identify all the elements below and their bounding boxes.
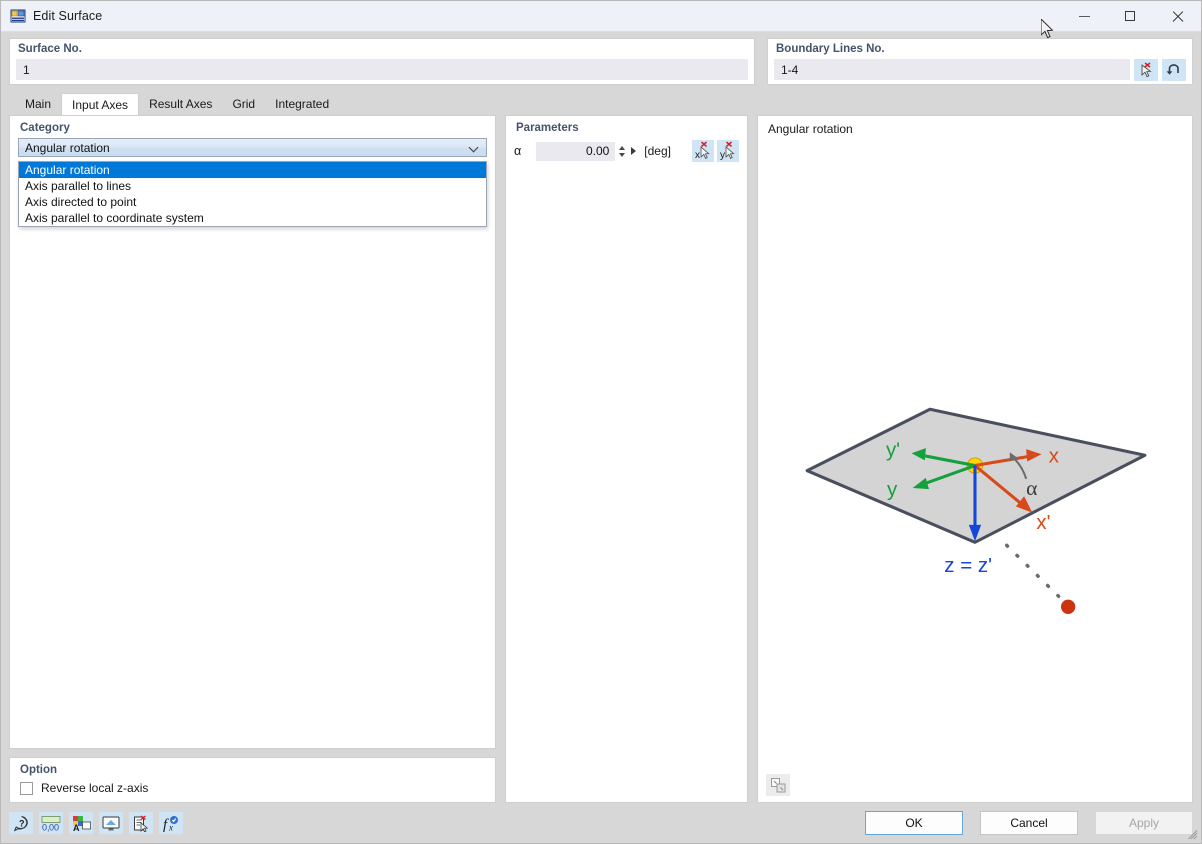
tab-integrated[interactable]: Integrated <box>265 93 339 115</box>
svg-text:A: A <box>73 823 80 832</box>
alpha-unit-label: [deg] <box>644 144 671 158</box>
tab-input-axes[interactable]: Input Axes <box>61 93 140 115</box>
stepper-up-icon[interactable] <box>618 145 625 150</box>
label-y: y <box>887 478 898 501</box>
reverse-orientation-icon[interactable] <box>1162 59 1186 81</box>
window-title: Edit Surface <box>33 9 103 23</box>
window-controls <box>1061 1 1201 32</box>
option-panel: Option Reverse local z-axis <box>9 757 496 803</box>
reverse-local-z-axis-checkbox[interactable] <box>20 781 33 795</box>
left-column: Category Angular rotation Angular rotati… <box>9 115 496 803</box>
label-y-prime: y' <box>886 438 900 461</box>
svg-text:y: y <box>720 150 725 161</box>
maximize-button[interactable] <box>1107 1 1153 32</box>
pick-y-axis-icon[interactable]: y <box>716 140 739 162</box>
dropdown-option-axis-parallel-to-coordinate-system[interactable]: Axis parallel to coordinate system <box>19 210 486 226</box>
boundary-lines-label: Boundary Lines No. <box>776 43 885 55</box>
edit-surface-dialog: Edit Surface Surface No. 1 Boundary Line… <box>0 0 1202 844</box>
angular-rotation-diagram: y' y x x' α z = z' <box>805 407 1147 614</box>
option-label: Option <box>20 764 58 776</box>
chevron-down-icon <box>470 143 479 152</box>
svg-text:00: 00 <box>49 822 59 832</box>
reverse-local-z-axis-row[interactable]: Reverse local z-axis <box>18 781 487 795</box>
category-dropdown-list: Angular rotation Axis parallel to lines … <box>18 161 487 227</box>
alpha-stepper[interactable] <box>617 142 626 161</box>
tab-bar: Main Input Axes Result Axes Grid Integra… <box>15 93 1201 115</box>
formula-icon[interactable]: f x <box>159 812 183 834</box>
svg-text:x: x <box>695 150 700 161</box>
surface-no-panel: Surface No. 1 <box>9 38 755 85</box>
minimize-button[interactable] <box>1061 1 1107 32</box>
tab-grid[interactable]: Grid <box>222 93 265 115</box>
svg-text:?: ? <box>19 818 25 828</box>
alpha-symbol-label: α <box>514 144 522 158</box>
boundary-lines-input[interactable]: 1-4 <box>774 59 1130 80</box>
display-properties-icon[interactable] <box>99 812 123 834</box>
label-x-prime: x' <box>1036 511 1050 534</box>
alpha-expand-icon[interactable] <box>631 147 637 155</box>
reverse-local-z-axis-label: Reverse local z-axis <box>41 781 149 795</box>
pick-x-axis-icon[interactable]: x <box>691 140 714 162</box>
dropdown-option-axis-directed-to-point[interactable]: Axis directed to point <box>19 194 486 210</box>
close-button[interactable] <box>1153 1 1201 32</box>
category-combobox[interactable]: Angular rotation <box>18 138 487 157</box>
tab-result-axes[interactable]: Result Axes <box>139 93 222 115</box>
surface-icon <box>10 8 26 24</box>
svg-text:x: x <box>168 822 173 832</box>
help-icon[interactable]: ? <box>9 812 33 834</box>
stepper-down-icon[interactable] <box>618 152 625 157</box>
parameters-label: Parameters <box>516 122 579 134</box>
category-selected-value: Angular rotation <box>25 140 110 155</box>
label-x: x <box>1049 444 1060 467</box>
comment-pick-icon[interactable] <box>129 812 153 834</box>
preview-panel: Angular rotation y' y x x' α z = z' <box>757 115 1193 803</box>
dialog-body: Category Angular rotation Angular rotati… <box>1 115 1201 803</box>
select-lines-icon[interactable] <box>1134 59 1158 81</box>
number-format-icon[interactable]: 0, 00 <box>39 812 63 834</box>
font-color-icon[interactable]: A <box>69 812 93 834</box>
tab-main[interactable]: Main <box>15 93 61 115</box>
label-z: z = z' <box>944 554 992 577</box>
resize-grip[interactable] <box>1188 830 1198 840</box>
label-alpha: α <box>1026 476 1037 500</box>
dropdown-option-angular-rotation[interactable]: Angular rotation <box>19 162 486 178</box>
alpha-input[interactable]: 0.00 <box>535 141 616 161</box>
surface-no-input[interactable]: 1 <box>16 59 748 80</box>
bottom-toolbar: ? 0, 00 A f x <box>9 812 183 834</box>
title-bar: Edit Surface <box>1 1 1201 32</box>
parameters-panel: Parameters α 0.00 [deg] x y <box>505 115 748 803</box>
boundary-lines-panel: Boundary Lines No. 1-4 <box>767 38 1193 85</box>
category-label: Category <box>20 122 70 134</box>
preview-title: Angular rotation <box>768 122 853 136</box>
toggle-image-icon[interactable] <box>766 774 790 796</box>
top-row: Surface No. 1 Boundary Lines No. 1-4 <box>1 32 1201 85</box>
category-panel: Category Angular rotation Angular rotati… <box>9 115 496 749</box>
dropdown-option-axis-parallel-to-lines[interactable]: Axis parallel to lines <box>19 178 486 194</box>
surface-no-label: Surface No. <box>18 43 82 55</box>
